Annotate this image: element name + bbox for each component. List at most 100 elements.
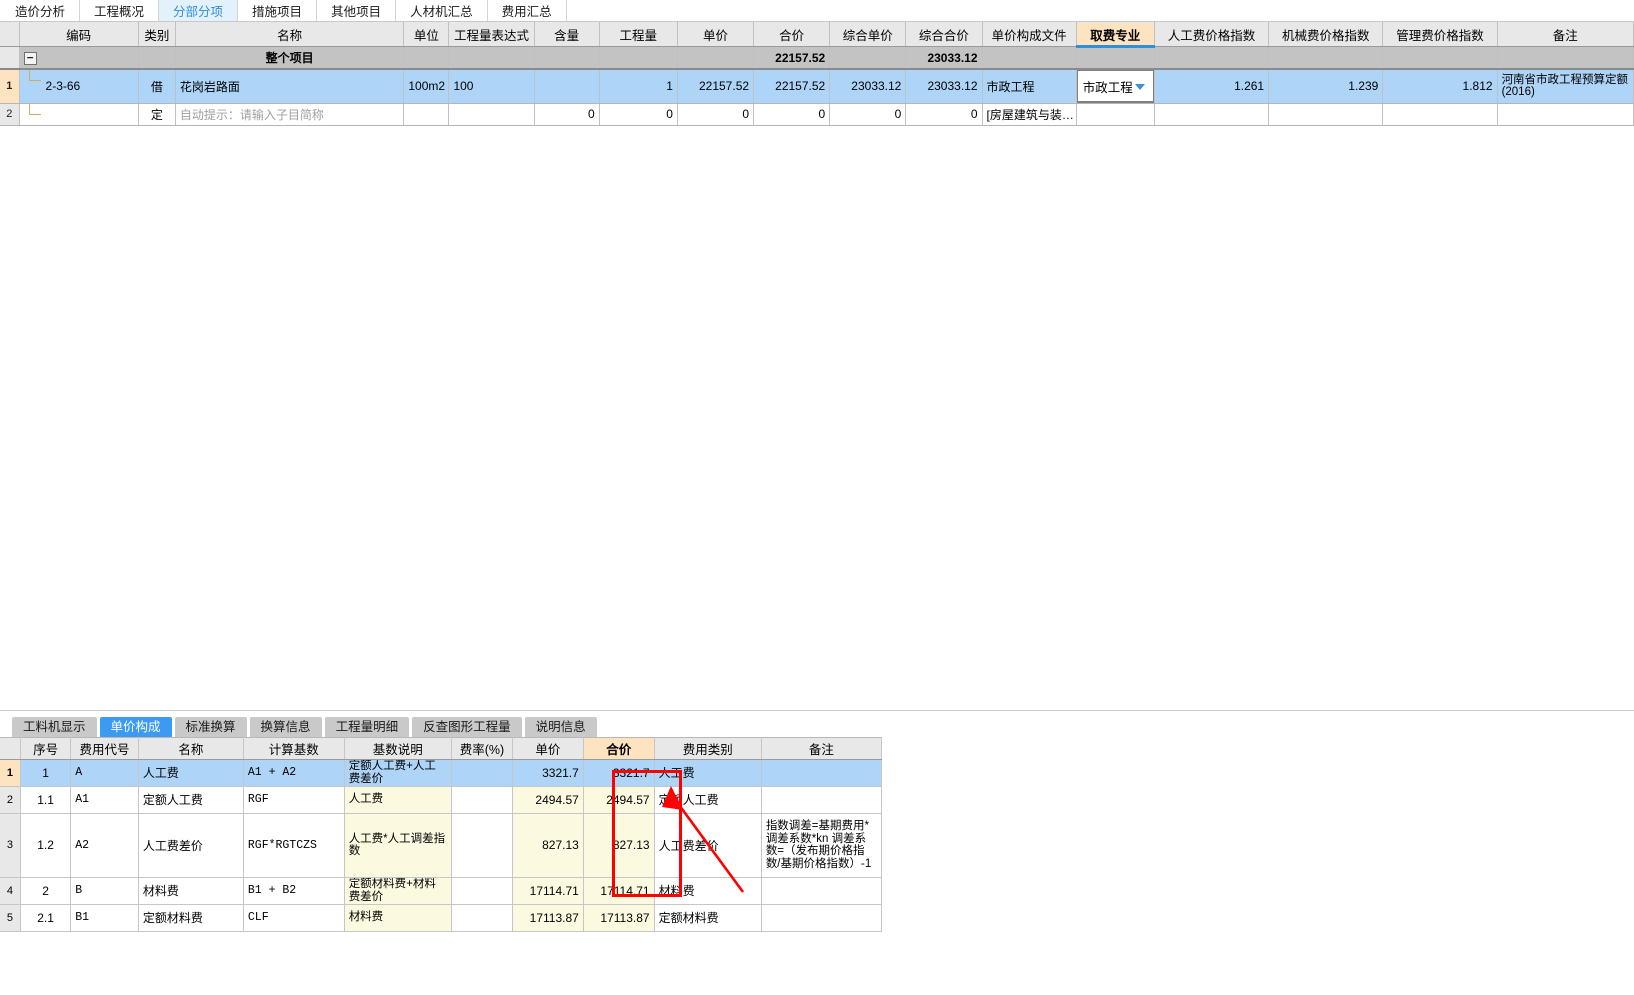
cell-feilv[interactable] — [451, 904, 514, 932]
row-header[interactable]: 3 — [0, 813, 21, 878]
cell-feiyong-leibie[interactable]: 人工费 — [654, 759, 762, 787]
cell-beizhu[interactable] — [761, 759, 883, 787]
col-header-gongchengliang[interactable]: 工程量 — [599, 22, 678, 47]
cell-feiyong-daihao[interactable]: A — [70, 759, 139, 787]
module-tab-cuoshi-xiangmu[interactable]: 措施项目 — [238, 0, 318, 21]
tab-danjia-goucheng[interactable]: 单价构成 — [99, 716, 172, 737]
cell-zonghe-hejia[interactable]: 0 — [905, 103, 983, 126]
cell-feiyong-daihao[interactable]: A2 — [70, 813, 139, 878]
tab-huansuan-xinxi[interactable]: 换算信息 — [249, 716, 322, 737]
cell-heji[interactable]: 827.13 — [583, 813, 655, 878]
module-tab-gongcheng-gaikuang[interactable]: 工程概况 — [80, 0, 160, 21]
col-header-qufei-zhuanye[interactable]: 取费专业 — [1076, 22, 1155, 48]
cell-danjia[interactable]: 0 — [677, 103, 755, 126]
cell-mingcheng[interactable]: 人工费差价 — [138, 813, 244, 878]
table-row[interactable]: 1 1 A 人工费 A1 + A2 定额人工费+人工费差价 3321.7 332… — [0, 759, 883, 787]
cell-rengongfei-zhishu[interactable]: 1.261 — [1154, 69, 1270, 104]
cell-zonghe-danjia[interactable]: 23033.12 — [829, 69, 907, 104]
cell-feiyong-leibie[interactable]: 定额人工费 — [654, 786, 762, 814]
cell-jishu-shuoming[interactable]: 材料费 — [344, 904, 452, 932]
cell-beizhu[interactable]: 河南省市政工程预算定额(2016) — [1497, 69, 1634, 104]
chevron-down-icon[interactable] — [1134, 84, 1145, 91]
cell-hejia[interactable]: 22157.52 — [753, 69, 831, 104]
cell-jisuan-jishu[interactable]: RGF*RGTCZS — [243, 813, 345, 878]
cell-jishu-shuoming[interactable]: 定额人工费+人工费差价 — [344, 759, 452, 787]
module-tab-zaojia-fenxi[interactable]: 造价分析 — [0, 0, 81, 21]
cell-danjia[interactable]: 827.13 — [512, 813, 584, 878]
module-tab-qita-xiangmu[interactable]: 其他项目 — [317, 0, 397, 21]
cell-jixiefei-zhishu[interactable] — [1268, 103, 1384, 126]
cell-jisuan-jishu[interactable]: CLF — [243, 904, 345, 932]
col-header-jishu-shuoming[interactable]: 基数说明 — [344, 736, 452, 760]
row-header[interactable]: 1 — [0, 759, 21, 787]
col-header-beizhu[interactable]: 备注 — [1497, 22, 1634, 47]
module-tab-fenbu-fenxiang[interactable]: 分部分项 — [159, 0, 239, 21]
cell-zonghe-hejia[interactable]: 23033.12 — [905, 69, 983, 104]
col-header-bianma[interactable]: 编码 — [19, 22, 139, 47]
cell-danwei[interactable]: 100m2 — [403, 69, 450, 104]
cell-danjia[interactable]: 2494.57 — [512, 786, 584, 814]
cell-gongchengliang-biaodashi[interactable]: 100 — [448, 69, 535, 104]
group-expander-cell[interactable]: − — [19, 46, 139, 70]
cell-heji[interactable]: 3321.7 — [583, 759, 655, 787]
cell-mingcheng[interactable]: 人工费 — [138, 759, 244, 787]
col-header-jixiefei-zhishu[interactable]: 机械费价格指数 — [1268, 22, 1384, 47]
table-row[interactable]: 5 2.1 B1 定额材料费 CLF 材料费 17113.87 17113.87… — [0, 904, 883, 932]
row-header[interactable]: 2 — [0, 103, 20, 126]
cell-beizhu[interactable] — [761, 904, 883, 932]
col-header-mingcheng[interactable]: 名称 — [138, 736, 244, 760]
col-header-jisuan-jishu[interactable]: 计算基数 — [243, 736, 345, 760]
col-header-danjia[interactable]: 单价 — [677, 22, 755, 47]
cell-feilv[interactable] — [451, 813, 514, 878]
cell-feiyong-leibie[interactable]: 人工费差价 — [654, 813, 762, 878]
cell-guanlifei-zhishu[interactable] — [1382, 103, 1498, 126]
cell-beizhu[interactable] — [1497, 103, 1634, 126]
cell-danjia-goucheng-wenjian[interactable]: [房屋建筑与装… — [982, 103, 1077, 126]
cell-xuhao[interactable]: 1.2 — [20, 813, 72, 878]
table-row[interactable]: 4 2 B 材料费 B1 + B2 定额材料费+材料费差价 17114.71 1… — [0, 877, 883, 905]
cell-hanliang[interactable]: 0 — [534, 103, 600, 126]
cell-jishu-shuoming[interactable]: 人工费*人工调差指数 — [344, 813, 452, 878]
cell-heji[interactable]: 2494.57 — [583, 786, 655, 814]
cell-danjia[interactable]: 17113.87 — [512, 904, 584, 932]
empty-grid-area[interactable] — [0, 125, 1634, 710]
col-header-danwei[interactable]: 单位 — [403, 22, 450, 47]
cell-feiyong-daihao[interactable]: A1 — [70, 786, 139, 814]
col-header-feiyong-daihao[interactable]: 费用代号 — [70, 736, 139, 760]
cell-jisuan-jishu[interactable]: A1 + A2 — [243, 759, 345, 787]
cell-xuhao[interactable]: 2.1 — [20, 904, 72, 932]
cell-mingcheng[interactable]: 定额材料费 — [138, 904, 244, 932]
cell-feiyong-leibie[interactable]: 材料费 — [654, 877, 762, 905]
cell-danjia[interactable]: 17114.71 — [512, 877, 584, 905]
table-row[interactable]: 2 1.1 A1 定额人工费 RGF 人工费 2494.57 2494.57 定… — [0, 786, 883, 814]
cell-beizhu[interactable] — [761, 877, 883, 905]
cell-leibie[interactable]: 借 — [138, 69, 176, 104]
row-header[interactable]: 5 — [0, 904, 21, 932]
col-header-leibie[interactable]: 类别 — [138, 22, 176, 47]
col-header-zonghe-hejia[interactable]: 综合合价 — [905, 22, 983, 47]
col-header-gongchengliang-biaodashi[interactable]: 工程量表达式 — [448, 22, 535, 47]
cell-feiyong-daihao[interactable]: B — [70, 877, 139, 905]
tab-shuoming-xinxi[interactable]: 说明信息 — [524, 716, 597, 737]
tab-fancha-tuxing-gongchengliang[interactable]: 反查图形工程量 — [412, 716, 522, 737]
cell-hejia[interactable]: 0 — [753, 103, 831, 126]
table-row[interactable]: 2 定 自动提示：请输入子目简称 0 0 0 0 0 0 [房屋建筑与装… — [0, 103, 1634, 126]
row-header[interactable] — [0, 46, 20, 70]
col-header-hanliang[interactable]: 含量 — [534, 22, 600, 47]
cell-feilv[interactable] — [451, 759, 514, 787]
cell-qufei-zhuanye-editor[interactable]: 市政工程 — [1076, 69, 1155, 104]
cell-guanlifei-zhishu[interactable]: 1.812 — [1382, 69, 1498, 104]
tab-gongliaoji-xianshi[interactable]: 工料机显示 — [12, 716, 97, 737]
grid-corner-cell[interactable] — [0, 22, 20, 47]
col-header-hejia[interactable]: 合价 — [753, 22, 831, 47]
cell-jixiefei-zhishu[interactable]: 1.239 — [1268, 69, 1384, 104]
col-header-guanlifei-zhishu[interactable]: 管理费价格指数 — [1382, 22, 1498, 47]
table-row-group[interactable]: − 整个项目 22157.52 23033.12 — [0, 46, 1634, 70]
cell-hanliang[interactable] — [534, 69, 600, 104]
collapse-minus-icon[interactable]: − — [23, 51, 37, 65]
col-header-danjia[interactable]: 单价 — [512, 736, 584, 760]
cell-gongchengliang-biaodashi[interactable] — [448, 103, 535, 126]
cell-bianma[interactable] — [19, 103, 139, 126]
row-header[interactable]: 4 — [0, 877, 21, 905]
col-header-feilv[interactable]: 费率(%) — [451, 736, 514, 760]
